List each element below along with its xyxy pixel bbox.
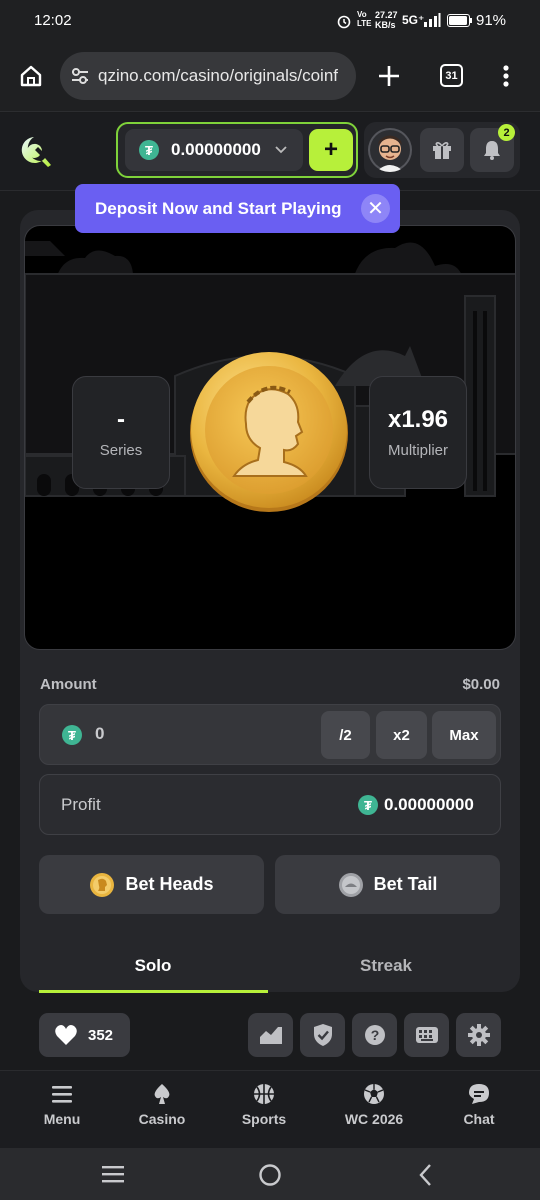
coin-heads-icon (90, 872, 115, 897)
amount-label: Amount (40, 676, 97, 693)
back-icon[interactable] (418, 1163, 432, 1187)
app-header: ₮ 0.00000000 + 2 (0, 113, 540, 191)
active-tab-indicator (39, 990, 268, 993)
soccer-ball-icon (364, 1084, 384, 1104)
like-count: 352 (88, 1026, 114, 1044)
close-banner-button[interactable]: ✕ (361, 194, 390, 223)
notifications-button[interactable]: 2 (470, 124, 515, 172)
spade-icon (154, 1084, 170, 1104)
keyboard-icon (415, 1027, 438, 1043)
double-button[interactable]: x2 (376, 711, 427, 759)
stats-button[interactable] (248, 1013, 293, 1057)
profit-value: 0.00000000 (384, 795, 474, 814)
deposit-button[interactable]: + (309, 129, 353, 171)
new-tab-icon[interactable] (377, 64, 401, 88)
menu-icon (52, 1086, 72, 1103)
fairness-button[interactable] (300, 1013, 345, 1057)
nav-casino-label: Casino (138, 1111, 186, 1127)
battery-percent: 91% (476, 12, 507, 29)
url-text: qzino.com/casino/originals/coinf (98, 66, 339, 85)
amount-input[interactable]: ₮ 0 /2 x2 Max (39, 704, 501, 765)
multiplier-value: x1.96 (387, 406, 449, 433)
like-button[interactable]: 352 (39, 1013, 130, 1057)
tether-icon: ₮ (62, 725, 82, 745)
chevron-down-icon (275, 146, 287, 154)
shield-check-icon (313, 1024, 332, 1046)
chat-icon (469, 1084, 489, 1104)
header-actions: 2 (364, 122, 520, 178)
settings-button[interactable] (456, 1013, 501, 1057)
browser-toolbar: qzino.com/casino/originals/coinf 31 (0, 42, 540, 112)
deposit-promo-banner[interactable]: Deposit Now and Start Playing ✕ (75, 184, 400, 233)
alarm-icon (337, 15, 351, 29)
volte-indicator: Vo LTE (357, 10, 372, 28)
rewards-button[interactable] (420, 128, 464, 172)
nav-wc2026-label: WC 2026 (344, 1111, 404, 1127)
gear-icon (467, 1024, 490, 1046)
status-time: 12:02 (34, 12, 72, 29)
balance-amount: 0.00000000 (171, 140, 261, 159)
nav-menu[interactable]: Menu (8, 1083, 116, 1127)
nav-sports-label: Sports (241, 1111, 287, 1127)
nav-wc2026[interactable]: WC 2026 (320, 1083, 428, 1127)
recent-apps-icon[interactable] (102, 1165, 124, 1183)
help-button[interactable]: ? (352, 1013, 397, 1057)
bet-tail-button[interactable]: Bet Tail (275, 855, 500, 914)
net-speed: 27.27 KB/s (375, 10, 398, 30)
half-button[interactable]: /2 (321, 711, 370, 759)
profit-label: Profit (61, 795, 101, 814)
help-icon: ? (364, 1025, 385, 1045)
bet-tail-label: Bet Tail (373, 874, 438, 894)
multiplier-card: x1.96 Multiplier (369, 376, 467, 489)
nav-casino[interactable]: Casino (108, 1083, 216, 1127)
hotkeys-button[interactable] (404, 1013, 449, 1057)
series-value: - (117, 406, 125, 433)
bell-icon (484, 141, 500, 160)
nav-menu-label: Menu (43, 1111, 81, 1127)
nav-chat-label: Chat (463, 1111, 495, 1127)
series-card: - Series (72, 376, 170, 489)
nav-sports[interactable]: Sports (210, 1083, 318, 1127)
profit-field: Profit ₮ 0.00000000 (39, 774, 501, 835)
avatar[interactable] (368, 128, 412, 172)
site-settings-icon[interactable] (70, 67, 90, 85)
balance-selector[interactable]: ₮ 0.00000000 (125, 129, 303, 171)
amount-value: 0 (95, 724, 105, 743)
more-options-icon[interactable] (502, 64, 510, 88)
gift-icon (433, 142, 451, 159)
multiplier-label: Multiplier (387, 442, 448, 459)
bottom-navigation: Menu Casino Sports WC 2026 Chat (0, 1070, 540, 1148)
net-type: 5G⁺ (402, 13, 425, 27)
tab-streak[interactable]: Streak (272, 940, 500, 992)
coin-heads-icon (190, 352, 348, 512)
home-icon[interactable] (18, 63, 44, 89)
basketball-icon (254, 1084, 274, 1104)
amount-usd: $0.00 (462, 676, 500, 693)
bet-heads-label: Bet Heads (125, 874, 214, 894)
tether-icon: ₮ (139, 140, 159, 160)
wallet-widget: ₮ 0.00000000 + (116, 122, 358, 178)
battery-icon (447, 14, 472, 27)
home-button-icon[interactable] (258, 1163, 282, 1187)
notification-badge: 2 (498, 124, 515, 141)
tab-solo[interactable]: Solo (39, 940, 267, 992)
banner-text: Deposit Now and Start Playing (95, 198, 342, 218)
tab-switcher-button[interactable]: 31 (440, 64, 463, 87)
series-label: Series (99, 442, 143, 459)
heart-icon (55, 1025, 77, 1045)
coin-tail-icon (338, 872, 363, 897)
nav-chat[interactable]: Chat (425, 1083, 533, 1127)
tether-icon: ₮ (358, 795, 378, 815)
max-button[interactable]: Max (432, 711, 496, 759)
svg-text:?: ? (370, 1027, 379, 1043)
qzino-logo[interactable] (18, 134, 54, 168)
status-bar: 12:02 Vo LTE 27.27 KB/s 5G⁺ 91% (0, 0, 540, 42)
chart-icon (259, 1027, 282, 1044)
signal-icon (424, 13, 441, 27)
address-bar[interactable]: qzino.com/casino/originals/coinf (60, 52, 356, 100)
bet-heads-button[interactable]: Bet Heads (39, 855, 264, 914)
system-navigation-bar (0, 1148, 540, 1200)
